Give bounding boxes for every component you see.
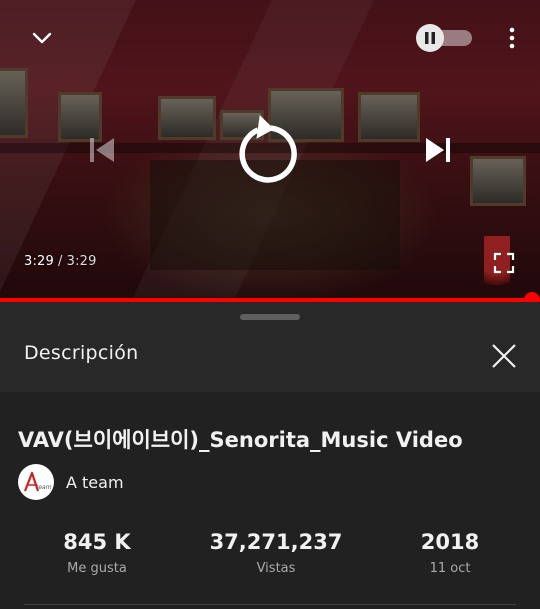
close-description-button[interactable] — [486, 338, 522, 374]
stat-date: 2018 11 oct — [370, 530, 530, 576]
replay-button[interactable] — [234, 110, 306, 190]
time-separator: / — [58, 254, 63, 269]
drag-handle[interactable] — [240, 314, 300, 320]
fullscreen-icon — [493, 252, 515, 274]
stat-likes: 845 K Me gusta — [17, 530, 177, 576]
next-video-button[interactable] — [420, 132, 456, 168]
views-count: 37,271,237 — [209, 530, 343, 554]
description-header: Descripción — [0, 302, 540, 392]
duration: 3:29 — [66, 254, 97, 269]
publish-date: 11 oct — [429, 561, 471, 576]
chevron-down-icon — [32, 32, 52, 44]
time-display: 3:29/3:29 — [24, 254, 97, 269]
stat-views: 37,271,237 Vistas — [196, 530, 356, 576]
likes-count: 845 K — [63, 530, 131, 554]
fullscreen-button[interactable] — [490, 249, 518, 277]
replay-icon — [239, 115, 297, 183]
video-stats: 845 K Me gusta 37,271,237 Vistas 2018 11… — [0, 530, 540, 590]
pause-icon — [425, 32, 435, 44]
collapse-player-button[interactable] — [28, 24, 56, 52]
channel-avatar[interactable]: team — [18, 464, 54, 500]
close-icon — [492, 344, 516, 368]
views-label: Vistas — [256, 561, 296, 576]
more-vert-icon — [509, 27, 515, 49]
video-title: VAV(브이에이브이)_Senorita_Music Video — [18, 428, 463, 452]
skip-previous-icon — [90, 138, 114, 162]
autoplay-toggle-knob — [416, 24, 444, 52]
skip-next-icon — [426, 138, 450, 162]
autoplay-toggle[interactable] — [416, 24, 472, 52]
likes-label: Me gusta — [67, 561, 127, 576]
current-time: 3:29 — [24, 254, 54, 269]
publish-year: 2018 — [420, 530, 480, 554]
previous-video-button[interactable] — [84, 132, 120, 168]
video-player[interactable]: 3:29/3:29 — [0, 0, 540, 300]
description-panel: Descripción VAV(브이에이브이)_Senorita_Music V… — [0, 302, 540, 609]
svg-text:team: team — [36, 484, 52, 491]
description-title: Descripción — [24, 342, 139, 364]
channel-name[interactable]: A team — [66, 473, 124, 492]
channel-row[interactable]: team A team — [18, 464, 124, 500]
more-options-button[interactable] — [500, 24, 524, 52]
channel-logo: team — [23, 471, 52, 492]
youtube-mobile-screen: 3:29/3:29 Descripción VAV(브이에이브이)_Senori… — [0, 0, 540, 609]
divider — [24, 604, 516, 605]
